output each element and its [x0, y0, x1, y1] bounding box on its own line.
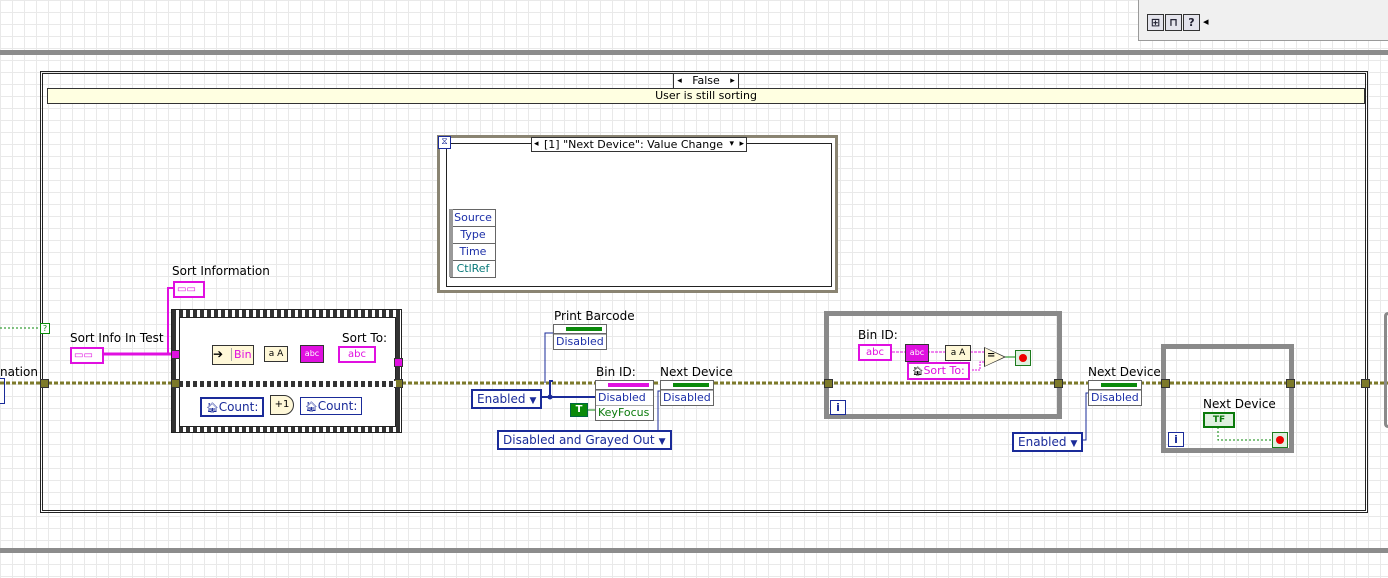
local-var-icon: 🏠︎ — [206, 403, 219, 414]
sort-information-cluster[interactable]: ▭▭ — [173, 281, 205, 298]
case-tunnel-left — [40, 379, 49, 388]
iteration-terminal-2: i — [1168, 432, 1184, 447]
event-data-type[interactable]: Type — [450, 227, 496, 244]
next-device-label-1: Next Device — [660, 365, 733, 379]
enabled-ring-constant-2[interactable]: Enabled ▼ — [1012, 432, 1084, 452]
loop1-tunnel-left — [824, 379, 833, 388]
case-selector[interactable]: ◂ False ▸ — [673, 73, 739, 89]
stop-condition-2[interactable] — [1272, 432, 1288, 448]
bin-id-property-node[interactable]: Disabled KeyFocus — [595, 380, 654, 421]
event-data-node[interactable]: Source Type Time CtlRef — [450, 209, 496, 278]
decrement-arrow-icon[interactable]: ◂ — [676, 74, 683, 88]
case-label: User is still sorting — [47, 88, 1365, 104]
disabled-grayed-ring-constant[interactable]: Disabled and Grayed Out ▼ — [497, 430, 672, 450]
loop1-tunnel-right — [1054, 379, 1063, 388]
case-selector-terminal: ? — [40, 323, 50, 334]
event-data-time[interactable]: Time — [450, 244, 496, 261]
trim-whitespace-node-2[interactable]: abc — [905, 344, 929, 362]
event-decrement-icon[interactable]: ◂ — [534, 138, 539, 151]
next-device-label-2: Next Device — [1088, 365, 1161, 379]
stop-condition-1[interactable] — [1015, 350, 1031, 366]
next-device-property-node-2[interactable]: Disabled — [1088, 380, 1142, 406]
to-lower-case-node[interactable]: a A — [264, 346, 288, 362]
event-data-source[interactable]: Source — [450, 209, 496, 227]
iteration-terminal-1: i — [830, 400, 846, 415]
unbundle-arrow-icon: ➔ — [213, 347, 224, 361]
event-data-node-handle — [449, 209, 453, 277]
to-lower-case-node-2[interactable]: a A — [945, 345, 971, 361]
sequence-divider — [179, 381, 396, 387]
next-device-terminal[interactable]: TF — [1203, 412, 1235, 428]
bin-id-keyfocus[interactable]: KeyFocus — [596, 405, 653, 420]
property-header — [596, 381, 653, 390]
next-device-disabled-2[interactable]: Disabled — [1089, 390, 1141, 405]
next-device-property-node-1[interactable]: Disabled — [660, 380, 714, 406]
bin-element-label: Bin — [231, 348, 252, 361]
case-tunnel-right — [1361, 379, 1370, 388]
property-header — [554, 325, 606, 334]
sort-information-label: Sort Information — [172, 264, 270, 278]
true-constant[interactable]: T — [570, 403, 588, 417]
loop1-bin-id-label: Bin ID: — [858, 328, 898, 342]
local-var-icon: 🏠︎ — [305, 402, 318, 413]
equal-symbol: = — [987, 350, 996, 361]
increment-arrow-icon[interactable]: ▸ — [729, 74, 736, 88]
loop2-tunnel-left — [1161, 379, 1170, 388]
sort-to-tunnel — [394, 358, 403, 367]
loop2-tunnel-right — [1286, 379, 1295, 388]
dropdown-arrow-icon[interactable]: ▼ — [530, 396, 537, 406]
bin-id-local[interactable]: abc — [858, 344, 892, 361]
print-barcode-property-node[interactable]: Disabled — [553, 324, 607, 350]
dropdown-arrow-icon[interactable]: ▼ — [659, 437, 666, 447]
sort-info-in-test-cluster[interactable]: ▭▭ — [70, 347, 104, 364]
sort-to-indicator[interactable]: abc — [338, 346, 376, 363]
local-var-icon: 🏠︎ — [912, 367, 924, 377]
print-barcode-disabled[interactable]: Disabled — [554, 334, 606, 349]
print-barcode-label: Print Barcode — [554, 309, 635, 323]
property-header — [661, 381, 713, 390]
loop2-next-device-label: Next Device — [1203, 397, 1276, 411]
next-device-disabled-1[interactable]: Disabled — [661, 390, 713, 405]
event-case-frame — [446, 143, 832, 287]
event-selector-value: [1] "Next Device": Value Change — [544, 138, 723, 151]
sort-to-label: Sort To: — [342, 331, 388, 345]
timeout-icon[interactable]: ⧖ — [438, 136, 451, 149]
count-local-read[interactable]: 🏠︎Count: — [200, 397, 265, 417]
bin-id-disabled[interactable]: Disabled — [596, 390, 653, 405]
increment-node[interactable]: +1 — [270, 395, 294, 415]
event-selector[interactable]: ◂ [1] "Next Device": Value Change ▾ ▸ — [531, 137, 747, 152]
sort-info-in-test-label: Sort Info In Test — [70, 331, 164, 345]
event-data-ctlref[interactable]: CtlRef — [450, 261, 496, 278]
cluster-tunnel — [171, 350, 180, 359]
trim-whitespace-node[interactable]: abc — [300, 345, 324, 363]
case-selector-value: False — [692, 74, 720, 87]
unbundle-by-name[interactable]: ➔ Bin — [212, 345, 254, 365]
enabled-ring-constant[interactable]: Enabled ▼ — [471, 389, 543, 409]
event-dropdown-icon[interactable]: ▾ — [729, 138, 734, 151]
bin-id-label: Bin ID: — [596, 365, 636, 379]
dropdown-arrow-icon[interactable]: ▼ — [1071, 439, 1078, 449]
sort-to-local[interactable]: 🏠︎Sort To: — [907, 362, 970, 380]
count-local-write[interactable]: 🏠︎Count: — [300, 397, 363, 415]
right-edge-frame — [1384, 312, 1388, 428]
event-increment-icon[interactable]: ▸ — [739, 138, 744, 151]
property-header — [1089, 381, 1141, 390]
